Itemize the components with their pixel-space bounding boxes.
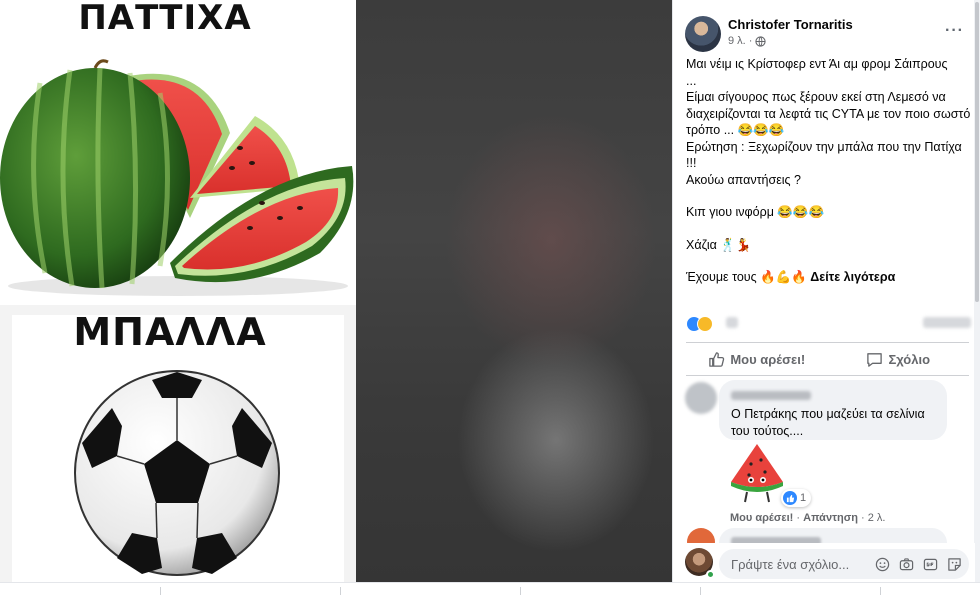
comment-time[interactable]: · 2 λ. bbox=[861, 512, 885, 524]
like-button[interactable]: Μου αρέσει! bbox=[686, 343, 828, 375]
post-line-last: Έχουμε τους 🔥💪🔥 Δείτε λιγότερα bbox=[686, 269, 971, 286]
gif-icon[interactable] bbox=[921, 555, 939, 573]
like-label: Μου αρέσει! bbox=[730, 351, 806, 367]
post-line: Ακούω απαντήσεις ? bbox=[686, 172, 802, 187]
author-name[interactable]: Christofer Tornaritis bbox=[728, 17, 853, 32]
reaction-count-blurred bbox=[726, 317, 738, 328]
commenter-name-blurred[interactable] bbox=[731, 391, 811, 400]
more-icon[interactable]: ··· bbox=[945, 22, 964, 40]
post-meta: 9 λ. · bbox=[728, 35, 767, 47]
blurred-backdrop bbox=[356, 0, 672, 582]
post-panel: Christofer Tornaritis 9 λ. · ··· Μαι νέι… bbox=[672, 0, 980, 582]
post-line: Χάζια 🕺💃 bbox=[686, 237, 752, 252]
post-photo[interactable]: ΠΑΤΤΙΧΑ ΜΠΑΛΛΑ bbox=[0, 0, 356, 582]
globe-icon bbox=[755, 35, 767, 47]
post-time[interactable]: 9 λ. · bbox=[728, 35, 752, 47]
comment-text: Ο Πετράκης που μαζεύει τα σελίνια του το… bbox=[731, 407, 925, 438]
post-line: Έχουμε τους 🔥💪🔥 bbox=[686, 270, 807, 284]
comment-like-link[interactable]: Μου αρέσει! bbox=[730, 512, 793, 524]
post-line: ... bbox=[686, 73, 697, 88]
post-line: Ερώτηση : Ξεχωρίζουν την μπάλα που την Π… bbox=[686, 139, 966, 171]
post-line: Μαι νέιμ ις Κρίστοφερ εντ Άι αμ φρομ Σάι… bbox=[686, 57, 948, 71]
emoji-icon[interactable] bbox=[873, 555, 891, 573]
divider bbox=[686, 375, 969, 376]
commenter-avatar[interactable] bbox=[685, 382, 717, 414]
like-reaction-icon bbox=[783, 491, 797, 505]
camera-icon[interactable] bbox=[897, 555, 915, 573]
shares-count-blurred bbox=[923, 317, 971, 328]
watermelon-sticker bbox=[731, 444, 783, 503]
comment-composer bbox=[673, 543, 975, 582]
watermelon-label: ΠΑΤΤΙΧΑ bbox=[78, 0, 252, 38]
composer-tools bbox=[873, 555, 963, 573]
post-body: Μαι νέιμ ις Κρίστοφερ εντ Άι αμ φρομ Σάι… bbox=[686, 56, 971, 286]
post-actions: Μου αρέσει! Σχόλιο bbox=[686, 343, 969, 375]
reactions-summary[interactable] bbox=[686, 315, 971, 333]
see-less-link[interactable]: Δείτε λιγότερα bbox=[810, 270, 895, 284]
comment-actions: Μου αρέσει! · Απάντηση · 2 λ. bbox=[730, 512, 886, 524]
comment-reactions[interactable]: 1 bbox=[781, 489, 811, 507]
scrollbar[interactable] bbox=[974, 0, 980, 582]
like-icon bbox=[709, 351, 725, 367]
photo-viewer: ΠΑΤΤΙΧΑ ΜΠΑΛΛΑ Christofer Tornaritis 9 λ… bbox=[0, 0, 980, 595]
watermelon-illustration bbox=[0, 59, 354, 296]
bottom-strip bbox=[0, 582, 980, 595]
football-illustration bbox=[74, 370, 280, 576]
online-status-dot bbox=[706, 570, 715, 579]
haha-reaction-icon bbox=[697, 316, 713, 332]
comment-bubble: Ο Πετράκης που μαζεύει τα σελίνια του το… bbox=[719, 380, 947, 440]
post-line: Είμαι σίγουρος πως ξέρουν εκεί στη Λεμεσ… bbox=[686, 90, 974, 137]
comment-label: Σχόλιο bbox=[888, 351, 931, 367]
author-avatar[interactable] bbox=[685, 16, 721, 52]
sticker-icon[interactable] bbox=[945, 555, 963, 573]
ball-label: ΜΠΑΛΛΑ bbox=[73, 310, 267, 354]
post-line: Κιπ γιου ινφόρμ 😂😂😂 bbox=[686, 205, 825, 219]
comment-icon bbox=[867, 352, 883, 367]
comment-reaction-count: 1 bbox=[800, 492, 807, 504]
comment-button[interactable]: Σχόλιο bbox=[828, 343, 970, 375]
comment-reply-link[interactable]: Απάντηση bbox=[803, 512, 858, 524]
